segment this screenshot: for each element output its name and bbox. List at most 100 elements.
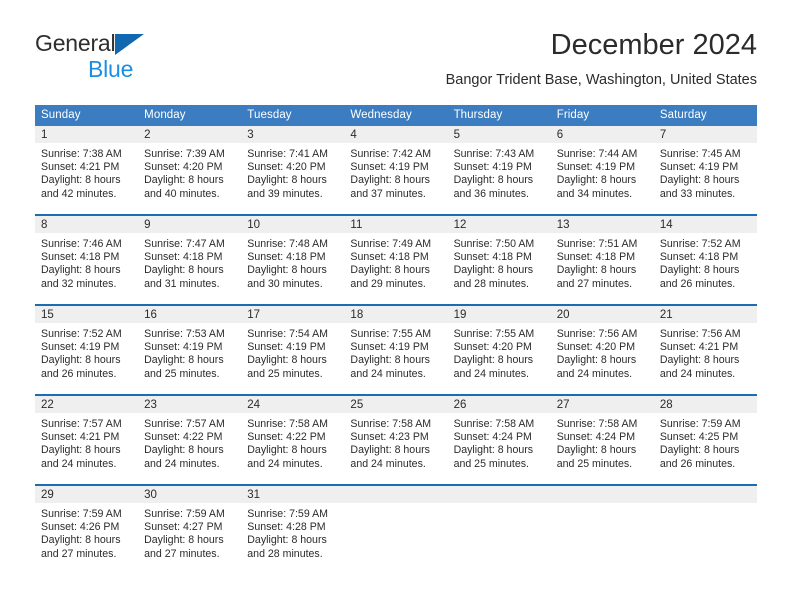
logo-top-row: General [35,32,275,58]
day-cell-details: Sunrise: 7:50 AM Sunset: 4:18 PM Daylight:… [448,233,551,291]
day-number [653,486,757,503]
calendar-day-cell[interactable]: 18 Sunrise: 7:55 AM Sunset: 4:19 PM Dayligh… [344,304,448,395]
sunrise-text: Sunrise: 7:41 AM [247,148,328,160]
calendar-day-cell-empty [653,484,757,574]
day-number: 14 [653,216,757,233]
daylight-text-line2: and 37 minutes. [350,187,426,200]
calendar-day-cell[interactable]: 17 Sunrise: 7:54 AM Sunset: 4:19 PM Dayligh… [241,304,345,395]
day-cell-details: Sunrise: 7:56 AM Sunset: 4:21 PM Daylight:… [654,323,757,381]
day-cell-details: Sunrise: 7:38 AM Sunset: 4:21 PM Daylight:… [35,143,138,201]
day-cell-details: Sunrise: 7:54 AM Sunset: 4:19 PM Daylight:… [241,323,344,381]
sunrise-text: Sunrise: 7:58 AM [247,418,328,430]
general-blue-logo[interactable]: General Blue [35,32,275,90]
sunrise-text: Sunrise: 7:42 AM [350,148,432,160]
day-cell-inner: 11 Sunrise: 7:49 AM Sunset: 4:18 PM Dayligh… [344,216,448,304]
day-number: 20 [550,306,654,323]
sunrise-text: Sunrise: 7:52 AM [659,238,741,250]
calendar-day-cell[interactable]: 14 Sunrise: 7:52 AM Sunset: 4:18 PM Dayligh… [653,214,757,305]
calendar-day-cell[interactable]: 4 Sunrise: 7:42 AM Sunset: 4:19 PM Daylight… [344,126,448,215]
calendar-day-cell[interactable]: 2 Sunrise: 7:39 AM Sunset: 4:20 PM Daylight… [138,126,242,215]
day-number: 11 [344,216,448,233]
day-cell-details: Sunrise: 7:58 AM Sunset: 4:23 PM Daylight:… [344,413,447,471]
day-cell-inner: 22 Sunrise: 7:57 AM Sunset: 4:21 PM Dayligh… [35,396,139,484]
sunset-text: Sunset: 4:22 PM [144,431,223,444]
sunrise-text: Sunrise: 7:53 AM [144,328,225,340]
calendar-day-cell[interactable]: 1 Sunrise: 7:38 AM Sunset: 4:21 PM Daylight… [35,126,139,215]
weekday-header-wednesday: Wednesday [344,105,448,126]
sunrise-text: Sunrise: 7:57 AM [41,418,122,430]
calendar-day-cell[interactable]: 25 Sunrise: 7:58 AM Sunset: 4:23 PM Dayligh… [344,394,448,485]
day-cell-inner [447,486,551,574]
calendar-day-cell[interactable]: 5 Sunrise: 7:43 AM Sunset: 4:19 PM Daylight… [447,126,551,215]
calendar-day-cell[interactable]: 8 Sunrise: 7:46 AM Sunset: 4:18 PM Daylight… [35,214,139,305]
daylight-text-line2: and 25 minutes. [453,457,529,470]
sunrise-text: Sunrise: 7:57 AM [144,418,225,430]
calendar-day-cell[interactable]: 6 Sunrise: 7:44 AM Sunset: 4:19 PM Daylight… [550,126,654,215]
day-cell-inner: 26 Sunrise: 7:58 AM Sunset: 4:24 PM Dayligh… [447,396,551,484]
day-cell-details: Sunrise: 7:49 AM Sunset: 4:18 PM Daylight:… [344,233,447,291]
sunrise-text: Sunrise: 7:58 AM [556,418,638,430]
day-cell-details: Sunrise: 7:58 AM Sunset: 4:22 PM Daylight:… [241,413,344,471]
day-cell-details: Sunrise: 7:59 AM Sunset: 4:28 PM Daylight:… [241,503,344,561]
calendar-day-cell[interactable]: 29 Sunrise: 7:59 AM Sunset: 4:26 PM Dayligh… [35,484,139,574]
daylight-text-line1: Daylight: 8 hours [247,354,327,367]
calendar-day-cell[interactable]: 30 Sunrise: 7:59 AM Sunset: 4:27 PM Dayligh… [138,484,242,574]
calendar-day-cell[interactable]: 28 Sunrise: 7:59 AM Sunset: 4:25 PM Dayligh… [653,394,757,485]
daylight-text-line1: Daylight: 8 hours [659,444,740,457]
daylight-text-line2: and 24 minutes. [41,457,117,470]
calendar-day-cell[interactable]: 21 Sunrise: 7:56 AM Sunset: 4:21 PM Dayligh… [653,304,757,395]
sunrise-text: Sunrise: 7:46 AM [41,238,122,250]
calendar-day-cell[interactable]: 19 Sunrise: 7:55 AM Sunset: 4:20 PM Dayligh… [447,304,551,395]
day-number: 5 [447,126,551,143]
daylight-text-line1: Daylight: 8 hours [247,264,327,277]
sunset-text: Sunset: 4:22 PM [247,431,326,444]
day-cell-details: Sunrise: 7:45 AM Sunset: 4:19 PM Daylight:… [654,143,757,201]
calendar-day-cell[interactable]: 10 Sunrise: 7:48 AM Sunset: 4:18 PM Dayligh… [241,214,345,305]
page-header: General Blue December 2024 Bangor Triden… [0,0,792,102]
calendar-day-cell[interactable]: 22 Sunrise: 7:57 AM Sunset: 4:21 PM Dayligh… [35,394,139,485]
calendar-day-cell[interactable]: 23 Sunrise: 7:57 AM Sunset: 4:22 PM Dayligh… [138,394,242,485]
sunset-text: Sunset: 4:18 PM [350,251,429,264]
sunset-text: Sunset: 4:19 PM [41,341,120,354]
day-number: 26 [447,396,551,413]
day-cell-inner: 19 Sunrise: 7:55 AM Sunset: 4:20 PM Dayligh… [447,306,551,394]
day-number: 15 [35,306,139,323]
page-subtitle: Bangor Trident Base, Washington, United … [445,72,757,88]
calendar-day-cell[interactable]: 7 Sunrise: 7:45 AM Sunset: 4:19 PM Daylight… [653,126,757,215]
sunset-text: Sunset: 4:19 PM [144,341,223,354]
title-block: December 2024 Bangor Trident Base, Washi… [446,28,757,89]
calendar-day-cell[interactable]: 13 Sunrise: 7:51 AM Sunset: 4:18 PM Dayligh… [550,214,654,305]
calendar-day-cell[interactable]: 31 Sunrise: 7:59 AM Sunset: 4:28 PM Dayligh… [241,484,345,574]
calendar-day-cell[interactable]: 11 Sunrise: 7:49 AM Sunset: 4:18 PM Dayligh… [344,214,448,305]
daylight-text-line2: and 34 minutes. [556,187,633,200]
calendar-day-cell[interactable]: 9 Sunrise: 7:47 AM Sunset: 4:18 PM Daylight… [138,214,242,305]
weekday-header-tuesday: Tuesday [241,105,345,126]
calendar-day-cell[interactable]: 15 Sunrise: 7:52 AM Sunset: 4:19 PM Dayligh… [35,304,139,395]
daylight-text-line1: Daylight: 8 hours [659,264,740,277]
day-cell-details: Sunrise: 7:59 AM Sunset: 4:27 PM Daylight:… [138,503,241,561]
daylight-text-line1: Daylight: 8 hours [350,354,430,367]
day-number [344,486,448,503]
calendar-day-cell[interactable]: 20 Sunrise: 7:56 AM Sunset: 4:20 PM Dayligh… [550,304,654,395]
calendar-day-cell[interactable]: 24 Sunrise: 7:58 AM Sunset: 4:22 PM Dayligh… [241,394,345,485]
calendar-day-cell[interactable]: 26 Sunrise: 7:58 AM Sunset: 4:24 PM Dayligh… [447,394,551,485]
calendar-day-cell[interactable]: 3 Sunrise: 7:41 AM Sunset: 4:20 PM Daylight… [241,126,345,215]
daylight-text-line2: and 24 minutes. [350,457,426,470]
sunrise-text: Sunrise: 7:56 AM [659,328,741,340]
day-cell-details: Sunrise: 7:55 AM Sunset: 4:19 PM Daylight:… [344,323,447,381]
calendar-body: 1 Sunrise: 7:38 AM Sunset: 4:21 PM Daylight… [35,126,757,574]
day-cell-inner: 21 Sunrise: 7:56 AM Sunset: 4:21 PM Dayligh… [653,306,757,394]
calendar-day-cell[interactable]: 12 Sunrise: 7:50 AM Sunset: 4:18 PM Dayligh… [447,214,551,305]
day-number: 8 [35,216,139,233]
calendar-day-cell-empty [550,484,654,574]
daylight-text-line2: and 31 minutes. [144,277,220,290]
calendar-day-cell[interactable]: 27 Sunrise: 7:58 AM Sunset: 4:24 PM Dayligh… [550,394,654,485]
daylight-text-line2: and 33 minutes. [659,187,736,200]
daylight-text-line1: Daylight: 8 hours [556,174,637,187]
logo-text-blue: Blue [88,56,134,82]
sunset-text: Sunset: 4:19 PM [453,161,532,174]
daylight-text-line1: Daylight: 8 hours [247,444,327,457]
daylight-text-line1: Daylight: 8 hours [41,444,121,457]
calendar-day-cell[interactable]: 16 Sunrise: 7:53 AM Sunset: 4:19 PM Dayligh… [138,304,242,395]
day-cell-inner [653,486,757,574]
